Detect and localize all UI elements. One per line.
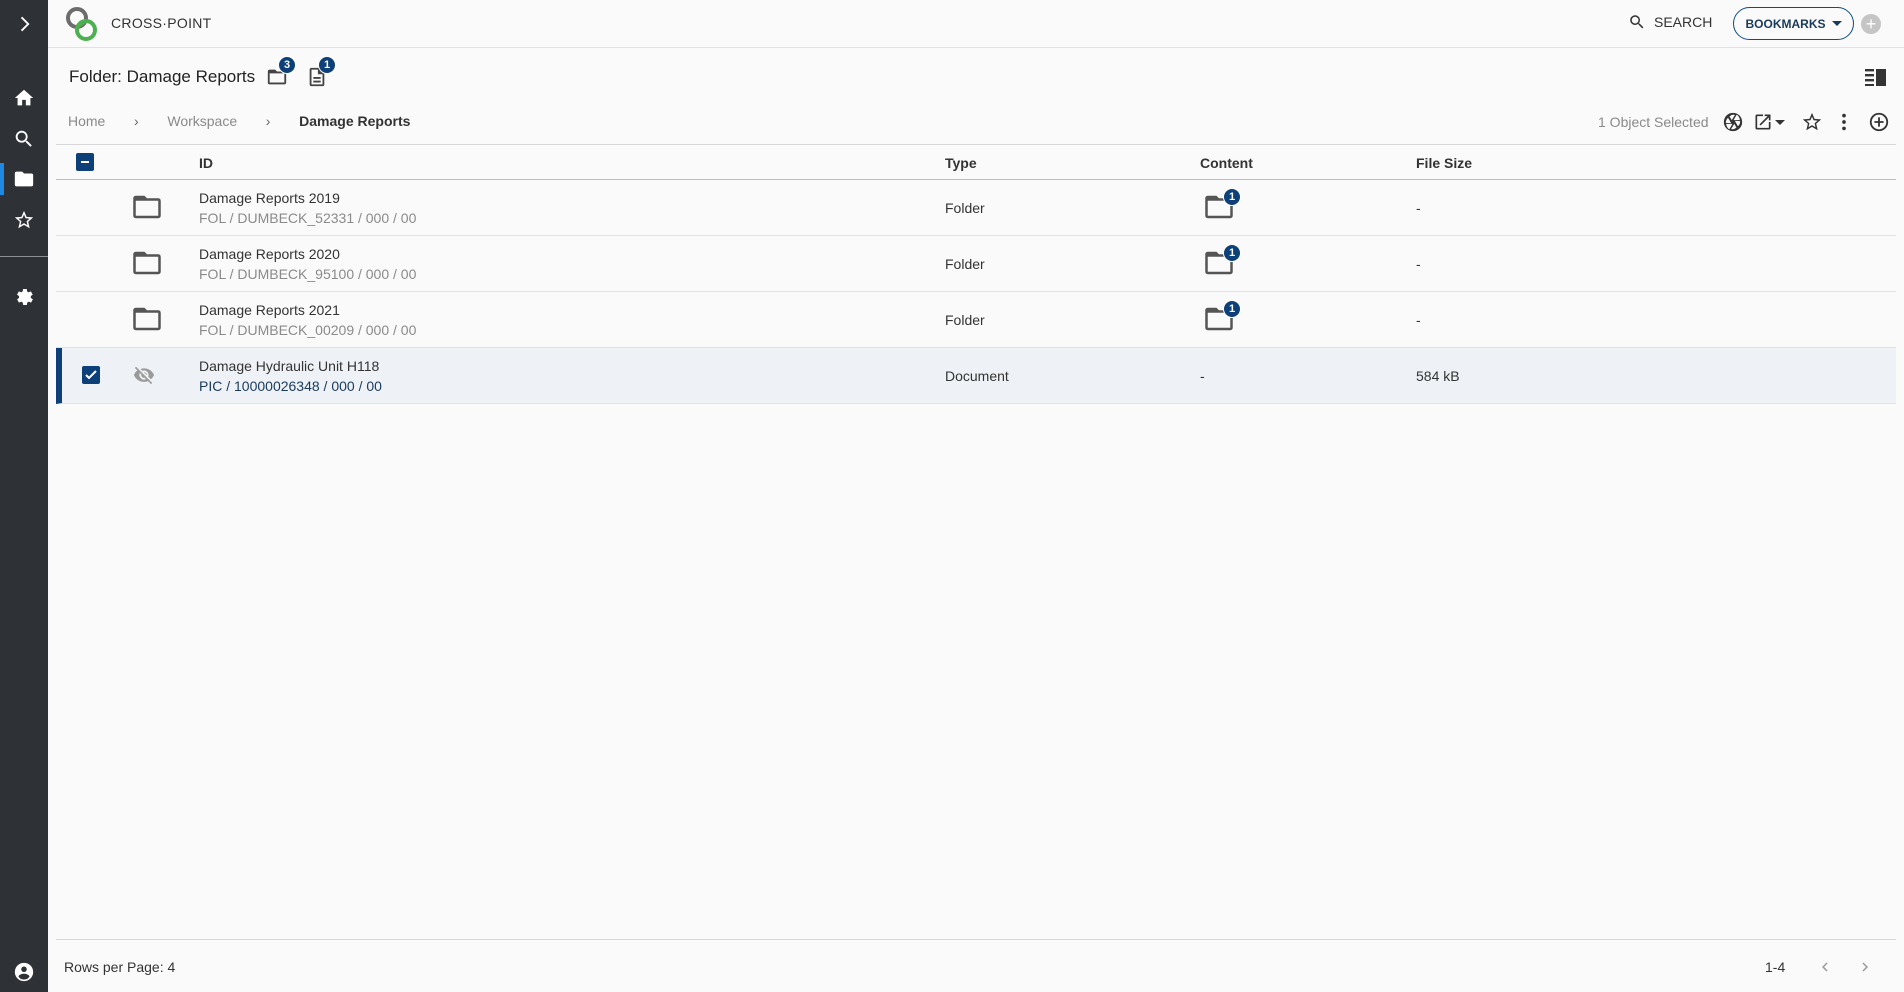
sidebar-divider: [0, 256, 48, 257]
previous-page-icon[interactable]: [1814, 956, 1836, 978]
folder-count-badge: 3: [278, 56, 296, 74]
table-row[interactable]: Damage Reports 2020 FOL / DUMBECK_95100 …: [56, 236, 1896, 292]
row-file-size: -: [1416, 312, 1421, 328]
row-file-size: -: [1416, 200, 1421, 216]
row-content: -: [1200, 368, 1205, 384]
row-type: Folder: [945, 312, 985, 328]
row-type: Folder: [945, 200, 985, 216]
add-bookmark-icon[interactable]: +: [1861, 14, 1881, 34]
chevron-down-icon: [1831, 21, 1842, 26]
row-type: Folder: [945, 256, 985, 272]
chevron-right-icon: ›: [134, 113, 139, 129]
column-header-file-size[interactable]: File Size: [1416, 155, 1472, 171]
row-file-size: -: [1416, 256, 1421, 272]
app-logo: [66, 7, 97, 41]
chevron-right-icon: ›: [265, 113, 271, 129]
column-header-type[interactable]: Type: [945, 155, 977, 171]
object-table: ID Type Content File Size Damage Reports…: [56, 144, 1896, 404]
next-page-icon[interactable]: [1854, 956, 1876, 978]
selected-count: 1 Object Selected: [1598, 114, 1709, 130]
search-icon: [1630, 15, 1644, 29]
document-count-icon[interactable]: 1: [306, 56, 336, 88]
page-title: Folder: Damage Reports: [69, 67, 256, 86]
favorite-star-icon[interactable]: [1800, 110, 1824, 134]
header-search-button[interactable]: SEARCH: [1628, 13, 1712, 31]
bookmarks-dropdown[interactable]: BOOKMARKS: [1733, 7, 1854, 40]
content-count-badge: 1: [1223, 300, 1241, 318]
sidebar: [0, 0, 48, 992]
chevron-down-icon: [1775, 119, 1785, 125]
folder-count-icon[interactable]: 3: [266, 56, 296, 88]
search-nav-icon[interactable]: [0, 119, 48, 159]
table-footer: Rows per Page: 4 1-4: [56, 939, 1896, 992]
row-file-size: 584 kB: [1416, 368, 1460, 384]
table-row[interactable]: Damage Reports 2021 FOL / DUMBECK_00209 …: [56, 292, 1896, 348]
home-icon[interactable]: [0, 78, 48, 118]
top-header: CROSS·POINT SEARCH BOOKMARKS +: [48, 0, 1904, 48]
star-nav-icon[interactable]: [0, 200, 48, 240]
layout-toggle-icon[interactable]: [1865, 68, 1887, 86]
open-external-icon: [1755, 114, 1771, 130]
row-name: Damage Reports 2020: [199, 246, 340, 262]
page-range: 1-4: [1765, 959, 1786, 975]
account-icon[interactable]: [0, 952, 48, 992]
breadcrumb-home[interactable]: Home: [68, 113, 105, 129]
content-folder-icon[interactable]: 1: [1204, 300, 1241, 334]
content-folder-icon[interactable]: 1: [1204, 244, 1241, 278]
open-external-menu[interactable]: [1749, 110, 1789, 134]
bookmarks-label: BOOKMARKS: [1745, 16, 1826, 31]
breadcrumb-workspace[interactable]: Workspace: [167, 113, 237, 129]
row-name: Damage Reports 2021: [199, 302, 340, 318]
more-vert-icon[interactable]: [1832, 110, 1856, 134]
content-count-badge: 1: [1223, 188, 1241, 206]
table-header: ID Type Content File Size: [56, 144, 1896, 180]
row-type: Document: [945, 368, 1009, 384]
folder-icon: [132, 306, 162, 332]
rows-per-page[interactable]: Rows per Page: 4: [64, 959, 175, 975]
search-label: SEARCH: [1654, 14, 1713, 30]
row-path: FOL / DUMBECK_95100 / 000 / 00: [199, 266, 417, 282]
aperture-icon[interactable]: [1721, 110, 1745, 134]
folder-icon: [132, 250, 162, 276]
content-count-badge: 1: [1223, 244, 1241, 262]
settings-icon[interactable]: [0, 277, 48, 317]
app-title: CROSS·POINT: [111, 15, 212, 31]
content-folder-icon[interactable]: 1: [1204, 188, 1241, 222]
document-count-badge: 1: [318, 56, 336, 74]
row-checkbox[interactable]: [82, 366, 100, 384]
column-header-content[interactable]: Content: [1200, 155, 1253, 171]
table-row[interactable]: Damage Reports 2019 FOL / DUMBECK_52331 …: [56, 180, 1896, 236]
breadcrumb-current: Damage Reports: [299, 113, 411, 129]
row-path: FOL / DUMBECK_52331 / 000 / 00: [199, 210, 417, 226]
row-name: Damage Hydraulic Unit H118: [199, 358, 380, 374]
column-header-id[interactable]: ID: [199, 155, 213, 171]
row-name: Damage Reports 2019: [199, 190, 340, 206]
row-path: FOL / DUMBECK_00209 / 000 / 00: [199, 322, 417, 338]
expand-sidebar-icon[interactable]: [0, 4, 48, 44]
row-path: PIC / 10000026348 / 000 / 00: [199, 378, 382, 394]
hidden-preview-icon[interactable]: [132, 364, 156, 386]
select-all-checkbox[interactable]: [76, 153, 94, 171]
table-row-selected[interactable]: Damage Hydraulic Unit H118 PIC / 1000002…: [56, 348, 1896, 404]
folder-icon: [132, 194, 162, 220]
folder-nav-icon[interactable]: [0, 159, 48, 199]
add-object-icon[interactable]: [1867, 110, 1891, 134]
breadcrumb: Home › Workspace › Damage Reports: [68, 113, 410, 129]
